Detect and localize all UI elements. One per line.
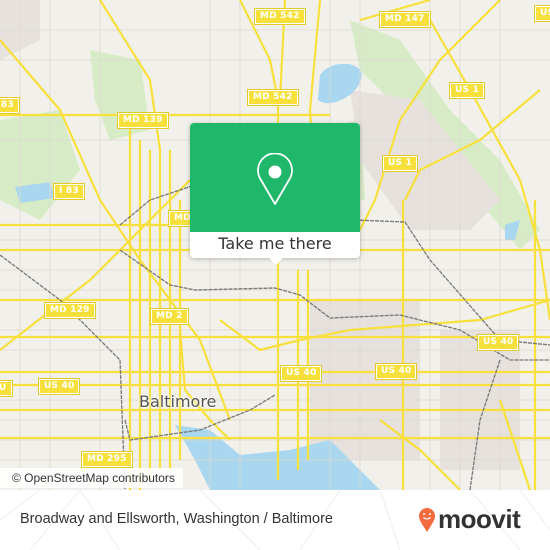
city-label: Baltimore: [139, 392, 217, 411]
road-shield: MD 542: [247, 89, 299, 106]
map-attribution[interactable]: © OpenStreetMap contributors: [0, 468, 183, 488]
logo-text: moovit: [438, 504, 521, 534]
road-shield: US 1: [382, 155, 418, 172]
road-shield: MD 139: [117, 112, 169, 129]
road-shield: 83: [0, 97, 20, 114]
road-shield: MD 542: [254, 8, 306, 25]
popup-pointer: [268, 257, 284, 265]
road-shield: MD 147: [379, 11, 431, 28]
stop-title: Broadway and Ellsworth, Washington / Bal…: [20, 511, 333, 527]
road-shield: US 40: [279, 365, 323, 382]
footer: Broadway and Ellsworth, Washington / Bal…: [0, 490, 550, 550]
road-shield: US 40: [37, 378, 81, 395]
road-shield: MD 2: [150, 308, 189, 325]
road-shield: I 83: [53, 183, 85, 200]
location-pin-icon: [257, 153, 293, 205]
road-shield: U: [0, 380, 13, 397]
destination-popup: Take me there: [190, 123, 360, 258]
take-me-there-button[interactable]: Take me there: [190, 232, 360, 258]
road-shield: US: [533, 5, 550, 22]
road-shield: US 40: [374, 363, 418, 380]
road-shield: MD 129: [44, 302, 96, 319]
road-shield: US 1: [449, 82, 485, 99]
moovit-pin-icon: [419, 507, 435, 532]
popup-header: [190, 123, 360, 232]
road-shield: US 40: [476, 334, 520, 351]
road-shield: MD 295: [81, 451, 133, 468]
moovit-logo[interactable]: moovit: [418, 504, 521, 535]
